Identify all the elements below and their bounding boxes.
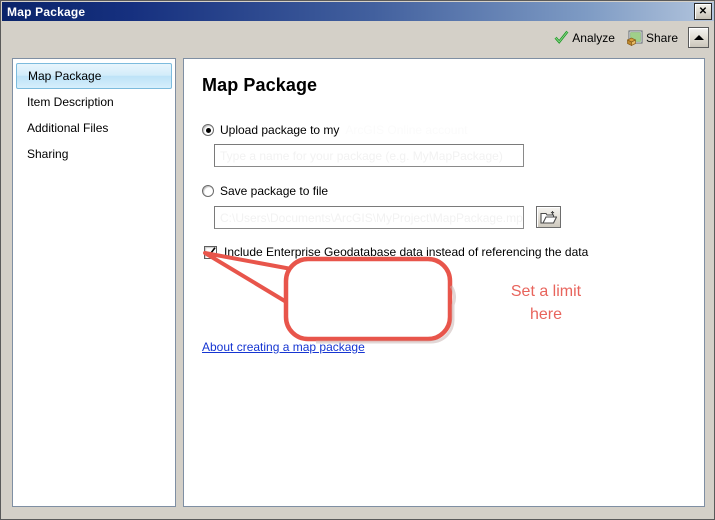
open-folder-icon [540,210,557,224]
main-panel: Map Package Upload package to my ArcGIS … [183,58,705,507]
upload-package-name-input[interactable]: Type a name for your package (e.g. MyMap… [214,144,524,167]
upload-package-label-secondary: ArcGIS Online account [345,123,468,137]
save-package-path-input[interactable]: C:\Users\Documents\ArcGIS\MyProject\MapP… [214,206,524,229]
include-geodatabase-row[interactable]: Include Enterprise Geodatabase data inst… [204,245,588,259]
check-icon [554,30,569,44]
about-map-package-link[interactable]: About creating a map package [202,340,365,354]
sidebar-item-item-description[interactable]: Item Description [16,89,172,115]
share-button[interactable]: Share [626,30,678,46]
chevron-up-icon [693,35,704,40]
window-title: Map Package [7,4,86,19]
share-icon [626,30,643,46]
map-package-dialog: Map Package ✕ Analyze Share Map Package … [0,0,715,520]
checkmark-icon [205,246,216,257]
sidebar: Map Package Item Description Additional … [12,58,176,507]
sidebar-item-label: Additional Files [27,121,109,135]
dialog-toolbar: Analyze Share [2,21,714,54]
analyze-button[interactable]: Analyze [554,30,615,45]
upload-package-radio[interactable] [202,124,214,136]
share-label: Share [645,30,678,45]
sidebar-item-label: Item Description [27,95,114,109]
sidebar-item-additional-files[interactable]: Additional Files [16,115,172,141]
save-package-radio[interactable] [202,185,214,197]
sidebar-item-map-package[interactable]: Map Package [16,63,172,89]
sidebar-item-label: Sharing [27,147,69,161]
save-package-radio-row[interactable]: Save package to file [202,184,328,198]
close-button[interactable]: ✕ [694,3,712,20]
sidebar-item-label: Map Package [28,69,102,83]
page-title: Map Package [202,75,318,95]
window-title-bar: Map Package ✕ [2,2,714,21]
include-geodatabase-checkbox[interactable] [204,245,217,259]
upload-package-radio-row[interactable]: Upload package to my ArcGIS Online accou… [202,123,467,137]
sidebar-item-sharing[interactable]: Sharing [16,141,172,167]
save-package-label: Save package to file [220,184,329,198]
upload-package-label: Upload package to my [220,123,340,137]
collapse-toolbar-button[interactable] [688,27,709,48]
analyze-label: Analyze [572,30,615,45]
browse-folder-button[interactable] [536,206,561,228]
close-icon: ✕ [698,5,708,17]
include-geodatabase-label: Include Enterprise Geodatabase data inst… [224,245,589,259]
